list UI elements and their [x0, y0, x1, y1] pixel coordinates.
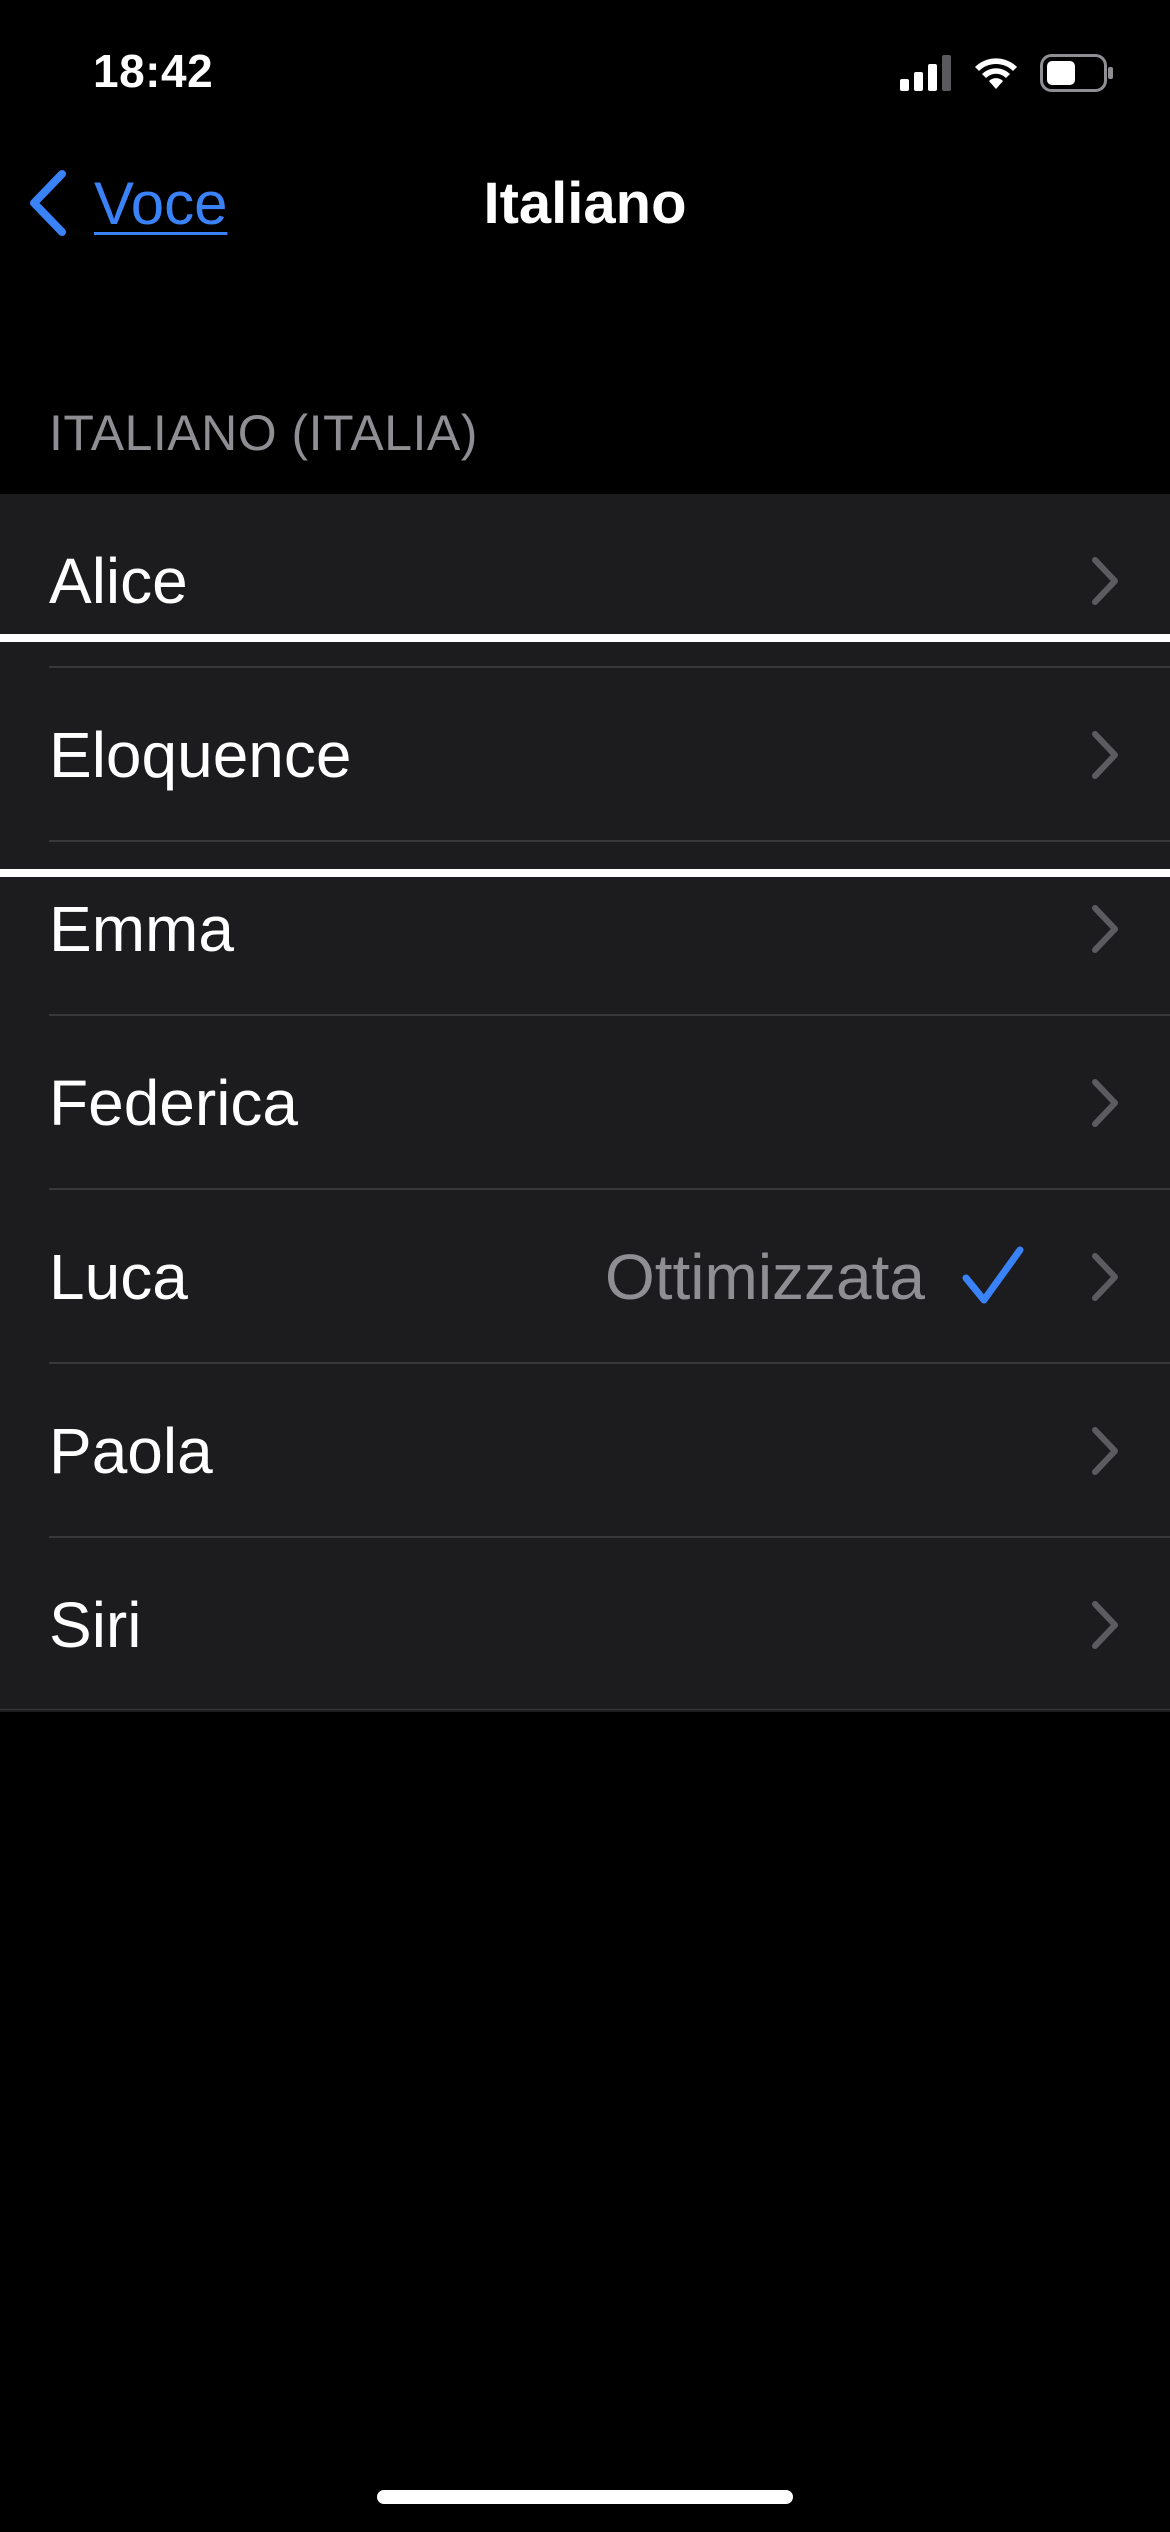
voice-name: Luca	[49, 1241, 188, 1313]
checkmark-icon	[962, 1246, 1024, 1304]
chevron-right-icon	[1092, 1601, 1118, 1649]
wifi-icon	[975, 58, 1017, 89]
battery-icon	[1040, 54, 1113, 92]
navigation-bar: Voce Italiano	[0, 150, 1170, 260]
chevron-right-icon	[1092, 1079, 1118, 1127]
voice-name: Siri	[49, 1589, 142, 1661]
cellular-signal-icon	[900, 55, 951, 91]
focus-highlight-top	[0, 634, 1170, 642]
voice-list: Alice Eloquence Emma Federica Luca Ottim…	[0, 494, 1170, 1712]
status-time: 18:42	[93, 45, 214, 97]
chevron-right-icon	[1092, 557, 1118, 605]
status-bar: 18:42	[0, 0, 1170, 140]
voice-name: Federica	[49, 1067, 298, 1139]
voice-name: Paola	[49, 1415, 213, 1487]
list-bottom-border	[0, 1709, 1170, 1710]
chevron-right-icon	[1092, 731, 1118, 779]
voice-row-eloquence[interactable]: Eloquence	[0, 668, 1170, 842]
voice-name: Eloquence	[49, 719, 352, 791]
voice-name: Emma	[49, 893, 234, 965]
voice-row-federica[interactable]: Federica	[0, 1016, 1170, 1190]
voice-quality-label: Ottimizzata	[604, 1241, 925, 1313]
home-indicator[interactable]	[377, 2490, 793, 2504]
chevron-right-icon	[1092, 1427, 1118, 1475]
voice-row-luca[interactable]: Luca Ottimizzata	[0, 1190, 1170, 1364]
voice-row-paola[interactable]: Paola	[0, 1364, 1170, 1538]
status-icons	[900, 52, 1114, 94]
focus-highlight-bottom	[0, 869, 1170, 877]
chevron-right-icon	[1092, 1253, 1118, 1301]
page-title: Italiano	[483, 171, 687, 236]
section-header: ITALIANO (ITALIA)	[49, 405, 478, 461]
chevron-right-icon	[1092, 905, 1118, 953]
voice-row-siri[interactable]: Siri	[0, 1538, 1170, 1712]
voice-name: Alice	[49, 545, 188, 617]
